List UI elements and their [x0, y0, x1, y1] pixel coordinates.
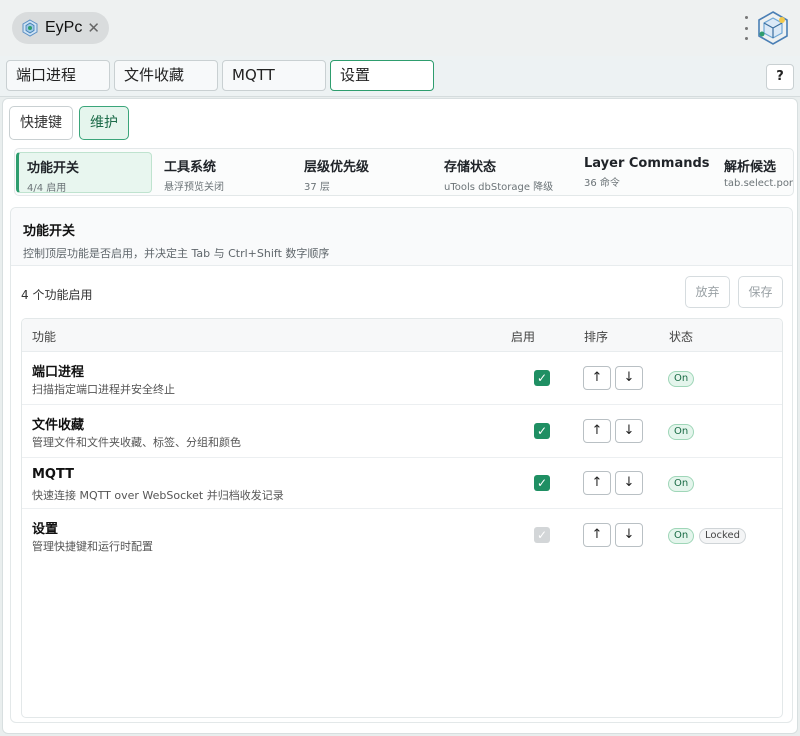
tab-mqtt[interactable]: MQTT	[222, 60, 326, 91]
status-badge: On	[668, 476, 695, 492]
app-tab[interactable]: EyPc ✕	[12, 12, 109, 44]
section-feature-toggles[interactable]: 功能开关 4/4 启用	[16, 152, 152, 194]
table-row: 端口进程 扫描指定端口进程并安全终止 ✓ ↑ ↓ On	[22, 352, 782, 405]
section-subtitle: 37 层	[304, 182, 330, 193]
section-subtitle: 悬浮预览关闭	[164, 182, 224, 193]
discard-button[interactable]: 放弃	[685, 276, 730, 308]
table-row: 文件收藏 管理文件和文件夹收藏、标签、分组和颜色 ✓ ↑ ↓ On	[22, 405, 782, 458]
table-row: 设置 管理快捷键和运行时配置 ✓ ↑ ↓ On Locked	[22, 509, 782, 561]
locked-badge: Locked	[699, 528, 746, 544]
app-name: EyPc	[45, 19, 83, 36]
enabled-checkbox-locked: ✓	[534, 527, 550, 543]
feature-table: 功能 启用 排序 状态 端口进程 扫描指定端口进程并安全终止 ✓ ↑ ↓ On …	[21, 318, 783, 718]
feature-description: 快速连接 MQTT over WebSocket 并归档收发记录	[32, 489, 284, 502]
section-title: 层级优先级	[304, 160, 370, 175]
card-description: 控制顶层功能是否启用，并决定主 Tab 与 Ctrl+Shift 数字顺序	[23, 247, 330, 260]
save-button[interactable]: 保存	[738, 276, 783, 308]
section-title: 工具系统	[164, 160, 217, 175]
subtab-maintenance[interactable]: 维护	[79, 106, 129, 140]
move-down-button[interactable]: ↓	[615, 523, 643, 547]
table-header: 功能 启用 排序 状态	[22, 319, 782, 352]
feature-name: 端口进程	[32, 365, 85, 380]
close-icon[interactable]: ✕	[87, 19, 100, 37]
section-title: 存储状态	[444, 160, 497, 175]
status-badge: On	[668, 528, 695, 544]
feature-name: 文件收藏	[32, 418, 85, 433]
move-up-button[interactable]: ↑	[583, 419, 611, 443]
header-order: 排序	[584, 330, 609, 344]
move-down-button[interactable]: ↓	[615, 471, 643, 495]
section-tool-system[interactable]: 工具系统 悬浮预览关闭	[156, 152, 292, 193]
section-title: Layer Commands	[584, 156, 710, 171]
help-button[interactable]: ?	[766, 64, 794, 90]
feature-name: MQTT	[32, 467, 75, 482]
settings-panel: 快捷键 维护 功能开关 4/4 启用 工具系统 悬浮预览关闭 层级优先级 37 …	[2, 98, 798, 734]
feature-name: 设置	[32, 522, 59, 537]
section-title: 功能开关	[27, 161, 80, 176]
section-parse-candidates[interactable]: 解析候选 tab.select.por	[716, 152, 794, 193]
enabled-checkbox[interactable]: ✓	[534, 423, 550, 439]
top-tab-bar: 端口进程 文件收藏 MQTT 设置	[0, 56, 800, 97]
move-up-button[interactable]: ↑	[583, 471, 611, 495]
brand-logo-icon	[758, 11, 788, 45]
title-bar: EyPc ✕	[0, 0, 800, 56]
move-up-button[interactable]: ↑	[583, 523, 611, 547]
section-title: 解析候选	[724, 160, 777, 175]
section-layer-priority[interactable]: 层级优先级 37 层	[296, 152, 432, 193]
tab-settings[interactable]: 设置	[330, 60, 434, 91]
feature-description: 管理文件和文件夹收藏、标签、分组和颜色	[32, 436, 241, 449]
section-subtitle: uTools dbStorage 降级	[444, 182, 554, 193]
subtab-shortcuts[interactable]: 快捷键	[9, 106, 73, 140]
status-badge: On	[668, 371, 695, 387]
app-logo-icon	[22, 19, 38, 37]
feature-description: 管理快捷键和运行时配置	[32, 540, 153, 553]
enabled-checkbox[interactable]: ✓	[534, 370, 550, 386]
card-title: 功能开关	[23, 224, 76, 239]
card-header: 功能开关 控制顶层功能是否启用，并决定主 Tab 与 Ctrl+Shift 数字…	[11, 208, 792, 266]
section-layer-commands[interactable]: Layer Commands 36 命令	[576, 152, 712, 193]
header-feature: 功能	[32, 330, 57, 344]
move-down-button[interactable]: ↓	[615, 366, 643, 390]
header-enabled: 启用	[511, 330, 536, 344]
header-status: 状态	[669, 330, 694, 344]
feature-description: 扫描指定端口进程并安全终止	[32, 383, 175, 396]
tab-port-process[interactable]: 端口进程	[6, 60, 110, 91]
enabled-checkbox[interactable]: ✓	[534, 475, 550, 491]
enabled-count: 4 个功能启用	[21, 288, 93, 302]
status-badge: On	[668, 424, 695, 440]
feature-toggle-card: 功能开关 控制顶层功能是否启用，并决定主 Tab 与 Ctrl+Shift 数字…	[10, 207, 793, 723]
section-subtitle: 36 命令	[584, 178, 620, 189]
section-storage-status[interactable]: 存储状态 uTools dbStorage 降级	[436, 152, 572, 193]
section-nav: 功能开关 4/4 启用 工具系统 悬浮预览关闭 层级优先级 37 层 存储状态 …	[14, 148, 794, 196]
kebab-menu-icon[interactable]	[742, 16, 750, 40]
tab-file-favorites[interactable]: 文件收藏	[114, 60, 218, 91]
table-row: MQTT 快速连接 MQTT over WebSocket 并归档收发记录 ✓ …	[22, 458, 782, 509]
section-subtitle: tab.select.por	[724, 178, 794, 189]
move-up-button[interactable]: ↑	[583, 366, 611, 390]
move-down-button[interactable]: ↓	[615, 419, 643, 443]
section-subtitle: 4/4 启用	[27, 183, 67, 194]
